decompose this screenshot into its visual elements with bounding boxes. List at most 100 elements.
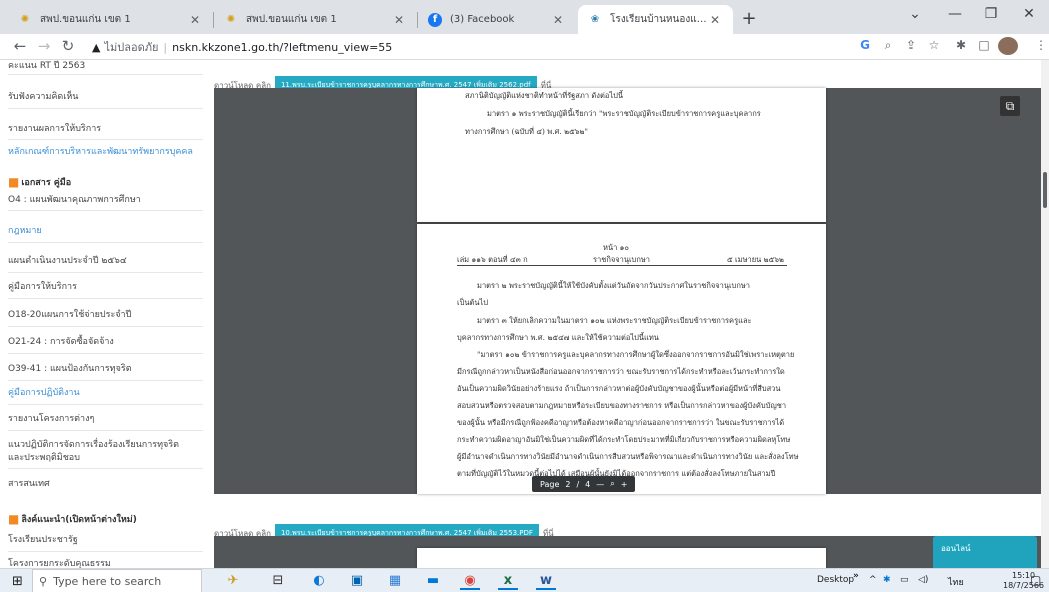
folder-icon: ■ bbox=[8, 175, 20, 189]
share-icon[interactable]: ⇪ bbox=[902, 38, 920, 52]
file-explorer-icon[interactable]: ▬ bbox=[423, 572, 443, 590]
calculator-icon[interactable]: ▦ bbox=[385, 572, 405, 590]
desktop-chevron[interactable]: » bbox=[853, 571, 859, 581]
sidebar-item-rt-score[interactable]: คะแนน RT ปี 2563 bbox=[8, 60, 85, 72]
pdf-viewer[interactable] bbox=[214, 536, 1041, 568]
sidebar-item-complaint-guideline-line2[interactable]: และประพฤติมิชอบ bbox=[8, 450, 80, 464]
minimize-button[interactable]: — bbox=[940, 6, 970, 22]
volume-icon[interactable]: ◁) bbox=[918, 575, 928, 585]
new-tab-button[interactable]: + bbox=[737, 8, 761, 29]
menu-kebab-icon[interactable]: ⋮ bbox=[1032, 38, 1049, 52]
excel-icon[interactable]: x bbox=[498, 572, 518, 590]
zoom-icon[interactable]: ⌕ bbox=[610, 479, 614, 489]
search-placeholder: Type here to search bbox=[53, 574, 162, 588]
sidebar-item-projects[interactable]: รายงานโครงการต่างๆ bbox=[8, 411, 94, 425]
school-emblem-icon: ❀ bbox=[590, 14, 600, 25]
bluetooth-icon[interactable]: ✱ bbox=[883, 575, 891, 585]
page-scrollbar[interactable] bbox=[1041, 60, 1049, 568]
network-icon[interactable]: ▭ bbox=[900, 575, 909, 585]
online-chat-button[interactable]: ออนไลน์ bbox=[933, 536, 1037, 568]
page-text: มีกรณีถูกกล่าวหาเป็นหนังสือก่อนออกจากราช… bbox=[457, 367, 785, 376]
sidebar-divider bbox=[8, 353, 203, 354]
tab-skp-2[interactable]: ✺ สพป.ขอนแก่น เขต 1 ✕ bbox=[214, 5, 417, 34]
sidebar-item-info[interactable]: สารสนเทศ bbox=[8, 476, 50, 490]
sidebar-item-o4[interactable]: O4 : แผนพัฒนาคุณภาพการศึกษา bbox=[8, 192, 141, 206]
sidebar-divider bbox=[8, 380, 203, 381]
ministry-emblem-icon: ✺ bbox=[20, 14, 30, 25]
sidebar-item-moral-project[interactable]: โครงการยกระดับคุณธรรม bbox=[8, 556, 111, 568]
word-icon[interactable]: w bbox=[536, 572, 556, 590]
page-text: มาตรา ๑ พระราชบัญญัตินี้เรียกว่า "พระราช… bbox=[487, 109, 761, 118]
sidebar-item-law[interactable]: กฎหมาย bbox=[8, 223, 42, 237]
windows-start-icon[interactable]: ⊞ bbox=[12, 574, 23, 589]
sidebar-item-feedback[interactable]: รับฟังความคิดเห็น bbox=[8, 89, 78, 103]
page-label: Page bbox=[540, 479, 560, 489]
page-current[interactable]: 2 bbox=[565, 480, 570, 489]
tab-title: โรงเรียนบ้านหนองแสงโคกน้อย สังกัด bbox=[610, 14, 707, 25]
sidebar-item-operation-manual[interactable]: คู่มือการปฏิบัติงาน bbox=[8, 385, 80, 399]
sidebar-item-o21-24[interactable]: O21-24 : การจัดซื้อจัดจ้าง bbox=[8, 334, 114, 348]
task-view-icon[interactable]: ⊟ bbox=[268, 572, 288, 590]
tab-search-chevron-icon[interactable]: ⌄ bbox=[900, 6, 930, 22]
close-window-button[interactable]: ✕ bbox=[1014, 6, 1044, 22]
taskbar-search-box[interactable]: ⚲ Type here to search bbox=[32, 569, 202, 592]
sidebar-item-service-report[interactable]: รายงานผลการให้บริการ bbox=[8, 121, 101, 135]
edge-icon[interactable]: ◐ bbox=[309, 572, 329, 590]
bookmark-star-icon[interactable]: ☆ bbox=[925, 38, 943, 52]
sidebar-divider bbox=[8, 430, 203, 431]
page-text: สอบสวนหรือตรวจสอบตามกฎหมายหรือระเบียบของ… bbox=[457, 401, 787, 410]
tab-school[interactable]: ❀ โรงเรียนบ้านหนองแสงโคกน้อย สังกัด ✕ bbox=[578, 5, 733, 34]
zoom-icon[interactable]: ⌕ bbox=[879, 38, 897, 53]
tab-skp-1[interactable]: ✺ สพป.ขอนแก่น เขต 1 ✕ bbox=[8, 5, 213, 34]
tab-facebook[interactable]: f (3) Facebook ✕ bbox=[418, 5, 576, 34]
facebook-icon: f bbox=[428, 12, 442, 27]
forward-arrow-icon[interactable]: → bbox=[34, 37, 54, 55]
hornbill-widget-icon[interactable]: ✈ bbox=[206, 572, 260, 590]
store-icon[interactable]: ▣ bbox=[347, 572, 367, 590]
warning-triangle-icon: ▲ bbox=[92, 41, 101, 54]
zoom-in-button[interactable]: + bbox=[621, 480, 628, 489]
sidepanel-icon[interactable]: □ bbox=[975, 38, 993, 52]
zoom-out-button[interactable]: — bbox=[596, 480, 604, 489]
address-bar[interactable]: ▲ ไม่ปลอดภัย | nskn.kkzone1.go.th/?leftmenu… bbox=[92, 38, 392, 56]
online-chat-label: ออนไลน์ bbox=[941, 544, 971, 553]
restore-button[interactable]: ❐ bbox=[976, 6, 1006, 22]
page-text: "มาตรา ๑๐๒ ข้าราชการครูและบุคลากรทางการศ… bbox=[477, 350, 795, 359]
page-text: มาตรา ๓ ให้ยกเลิกความในมาตรา ๑๐๒ แห่งพระ… bbox=[477, 316, 752, 325]
tray-overflow-icon[interactable]: ^ bbox=[869, 575, 877, 585]
profile-avatar[interactable] bbox=[998, 37, 1018, 55]
sidebar-item-o18-20[interactable]: O18-20แผนการใช้จ่ายประจำปี bbox=[8, 307, 131, 321]
page-text: มาตรา ๒ พระราชบัญญัตินี้ให้ใช้บังคับตั้ง… bbox=[477, 281, 751, 290]
sidebar-divider bbox=[8, 404, 203, 405]
close-icon[interactable]: ✕ bbox=[707, 13, 723, 27]
scrollbar-thumb[interactable] bbox=[1043, 172, 1047, 208]
popout-icon[interactable]: ⧉ bbox=[1000, 96, 1020, 116]
sidebar-divider bbox=[8, 242, 203, 243]
close-icon[interactable]: ✕ bbox=[391, 13, 407, 27]
sidebar-item-annual-plan[interactable]: แผนดำเนินงานประจำปี ๒๕๖๔ bbox=[8, 253, 127, 267]
sidebar-item-service-manual[interactable]: คู่มือการให้บริการ bbox=[8, 279, 77, 293]
sidebar-item-pracharat[interactable]: โรงเรียนประชารัฐ bbox=[8, 532, 78, 546]
sidebar-divider bbox=[8, 108, 203, 109]
desktop-toolbar-label[interactable]: Desktop bbox=[817, 575, 854, 585]
notification-icon[interactable]: ▢ bbox=[1030, 573, 1041, 587]
reload-icon[interactable]: ↻ bbox=[58, 37, 78, 55]
sidebar-item-complaint-guideline[interactable]: แนวปฏิบัติการจัดการเรื่องร้องเรียนการทุจ… bbox=[8, 437, 179, 451]
pdf-page-1: สภานิติบัญญัติแห่งชาติทำหน้าที่รัฐสภา ดั… bbox=[417, 88, 826, 222]
close-icon[interactable]: ✕ bbox=[187, 13, 203, 27]
sidebar-divider bbox=[8, 551, 203, 552]
page-divider: / bbox=[576, 479, 580, 489]
not-secure-label: ไม่ปลอดภัย bbox=[104, 41, 159, 54]
google-icon[interactable]: G bbox=[856, 38, 874, 52]
ministry-emblem-icon: ✺ bbox=[226, 14, 236, 25]
input-language[interactable]: ไทย bbox=[948, 575, 964, 589]
sidebar-item-o39-41[interactable]: O39-41 : แผนป้องกันการทุจริต bbox=[8, 361, 132, 375]
browser-toolbar: ← → ↻ ▲ ไม่ปลอดภัย | nskn.kkzone1.go.th/?le… bbox=[0, 34, 1049, 60]
close-icon[interactable]: ✕ bbox=[550, 13, 566, 27]
sidebar-divider bbox=[8, 298, 203, 299]
pdf-viewer[interactable]: สภานิติบัญญัติแห่งชาติทำหน้าที่รัฐสภา ดั… bbox=[214, 88, 1041, 494]
back-arrow-icon[interactable]: ← bbox=[10, 37, 30, 55]
extensions-icon[interactable]: ✱ bbox=[952, 38, 970, 52]
sidebar-item-hr-criteria[interactable]: หลักเกณฑ์การบริหารและพัฒนาทรัพยากรบุคคล bbox=[8, 144, 193, 158]
chrome-icon[interactable]: ◉ bbox=[460, 572, 480, 590]
